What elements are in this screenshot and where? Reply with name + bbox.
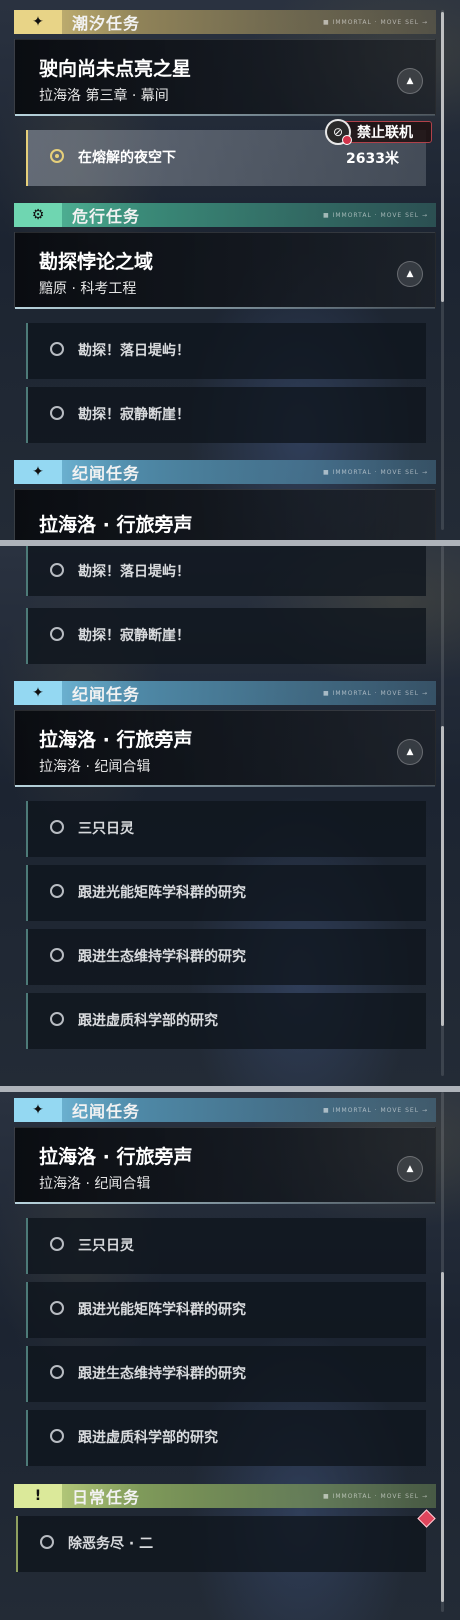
collapse-toggle-icon[interactable]: ▲ bbox=[397, 68, 423, 94]
quest-card-tidal[interactable]: 驶向尚未点亮之星 拉海洛 第三章 · 幕间 ▲ bbox=[14, 39, 436, 116]
radio-icon bbox=[50, 627, 64, 641]
quest-card-chronicle[interactable]: 拉海洛 · 行旅旁声 拉海洛 · 纪闻合辑 ▲ bbox=[14, 710, 436, 787]
coop-disabled-text: 禁止联机 bbox=[357, 125, 413, 141]
quest-title: 驶向尚未点亮之星 bbox=[39, 58, 192, 80]
quest-step[interactable]: 跟进生态维持学科群的研究 bbox=[26, 929, 426, 985]
category-chronicle-header[interactable]: ✦ 纪闻任务 ■ IMMORTAL · MOVE SEL → bbox=[14, 1098, 436, 1122]
quest-title: 拉海洛 · 行旅旁声 bbox=[39, 1146, 193, 1168]
quest-panel-frame-2: 勘探！落日堤屿！ 勘探！寂静断崖！ ✦ 纪闻任务 ■ IMMORTAL · MO… bbox=[0, 546, 460, 1086]
radio-icon bbox=[50, 563, 64, 577]
quest-subtitle: 黯原 · 科考工程 bbox=[39, 281, 137, 297]
quest-step-label: 三只日灵 bbox=[78, 821, 134, 837]
gear-eye-icon: ⚙ bbox=[14, 203, 62, 227]
quest-step[interactable]: 勘探！落日堤屿！ bbox=[26, 323, 426, 379]
quest-panel-frame-3: ✦ 纪闻任务 ■ IMMORTAL · MOVE SEL → 拉海洛 · 行旅旁… bbox=[0, 1092, 460, 1620]
category-chronicle-header[interactable]: ✦ 纪闻任务 ■ IMMORTAL · MOVE SEL → bbox=[14, 460, 436, 484]
tracked-radio-icon bbox=[50, 149, 64, 163]
quest-step-label: 跟进虚质科学部的研究 bbox=[78, 1430, 218, 1446]
category-decor-text: ■ IMMORTAL · MOVE SEL → bbox=[323, 689, 428, 697]
radio-icon bbox=[50, 1429, 64, 1443]
quest-subtitle: 拉海洛 · 纪闻合辑 bbox=[39, 1176, 151, 1192]
quest-step-label: 跟进生态维持学科群的研究 bbox=[78, 1366, 246, 1382]
radio-icon bbox=[50, 406, 64, 420]
radio-icon bbox=[50, 1301, 64, 1315]
quest-step-label: 勘探！寂静断崖！ bbox=[78, 407, 190, 423]
radio-icon bbox=[50, 1237, 64, 1251]
radio-icon bbox=[50, 948, 64, 962]
star-sparkle-icon: ✦ bbox=[14, 681, 62, 705]
category-label: 纪闻任务 bbox=[72, 685, 141, 704]
category-decor-text: ■ IMMORTAL · MOVE SEL → bbox=[323, 468, 428, 476]
quest-step-label: 勘探！寂静断崖！ bbox=[78, 628, 190, 644]
quest-subtitle: 拉海洛 第三章 · 幕间 bbox=[39, 88, 169, 104]
category-peril-header[interactable]: ⚙ 危行任务 ■ IMMORTAL · MOVE SEL → bbox=[14, 203, 436, 227]
quest-step[interactable]: 勘探！寂静断崖！ bbox=[26, 608, 426, 664]
coop-disabled-badge: ⊘ 禁止联机 bbox=[325, 119, 432, 145]
quest-step[interactable]: 跟进光能矩阵学科群的研究 bbox=[26, 865, 426, 921]
quest-step[interactable]: 三只日灵 bbox=[26, 1218, 426, 1274]
radio-icon bbox=[50, 1012, 64, 1026]
scrollbar-thumb[interactable] bbox=[441, 1272, 444, 1602]
scrollbar-thumb[interactable] bbox=[441, 12, 444, 302]
radio-icon bbox=[50, 1365, 64, 1379]
no-multiplayer-icon: ⊘ bbox=[325, 119, 352, 145]
quest-subtitle: 拉海洛 · 纪闻合辑 bbox=[39, 759, 151, 775]
quest-card-chronicle[interactable]: 拉海洛 · 行旅旁声 拉海洛 · 纪闻合辑 ▲ bbox=[14, 1127, 436, 1204]
distance-readout: 2633米 bbox=[346, 151, 399, 167]
quest-step[interactable]: 跟进光能矩阵学科群的研究 bbox=[26, 1282, 426, 1338]
quest-step-label: 跟进虚质科学部的研究 bbox=[78, 1013, 218, 1029]
category-label: 危行任务 bbox=[72, 207, 141, 226]
scrollbar-thumb[interactable] bbox=[441, 726, 444, 1026]
quest-step-label: 勘探！落日堤屿！ bbox=[78, 564, 190, 580]
star-sparkle-icon: ✦ bbox=[14, 460, 62, 484]
quest-card-chronicle-peek[interactable]: 拉海洛 · 行旅旁声 bbox=[14, 489, 436, 540]
star-sparkle-icon: ✦ bbox=[14, 10, 62, 34]
category-tidal-header[interactable]: ✦ 潮汐任务 ■ IMMORTAL · MOVE SEL → bbox=[14, 10, 436, 34]
radio-icon bbox=[50, 820, 64, 834]
category-label: 潮汐任务 bbox=[72, 14, 141, 33]
star-sparkle-icon: ✦ bbox=[14, 1098, 62, 1122]
quest-step-daily[interactable]: 除恶务尽 · 二 bbox=[16, 1516, 426, 1572]
quest-title: 拉海洛 · 行旅旁声 bbox=[39, 729, 193, 751]
radio-icon bbox=[40, 1535, 54, 1549]
quest-step-label: 跟进光能矩阵学科群的研究 bbox=[78, 885, 246, 901]
quest-step[interactable]: 勘探！寂静断崖！ bbox=[26, 387, 426, 443]
category-daily-header[interactable]: ! 日常任务 ■ IMMORTAL · MOVE SEL → bbox=[14, 1484, 436, 1508]
quest-step[interactable]: 跟进生态维持学科群的研究 bbox=[26, 1346, 426, 1402]
radio-icon bbox=[50, 342, 64, 356]
quest-step-label: 跟进光能矩阵学科群的研究 bbox=[78, 1302, 246, 1318]
category-label: 日常任务 bbox=[72, 1488, 141, 1507]
quest-panel-frame-1: ✦ 潮汐任务 ■ IMMORTAL · MOVE SEL → 驶向尚未点亮之星 … bbox=[0, 0, 460, 540]
category-label: 纪闻任务 bbox=[72, 464, 141, 483]
quest-card-peril[interactable]: 勘探悖论之域 黯原 · 科考工程 ▲ bbox=[14, 232, 436, 309]
collapse-toggle-icon[interactable]: ▲ bbox=[397, 1156, 423, 1182]
quest-step[interactable]: 跟进虚质科学部的研究 bbox=[26, 1410, 426, 1466]
collapse-toggle-icon[interactable]: ▲ bbox=[397, 739, 423, 765]
radio-icon bbox=[50, 884, 64, 898]
category-chronicle-header[interactable]: ✦ 纪闻任务 ■ IMMORTAL · MOVE SEL → bbox=[14, 681, 436, 705]
quest-title: 拉海洛 · 行旅旁声 bbox=[39, 514, 193, 536]
exclamation-box-icon: ! bbox=[14, 1484, 62, 1508]
quest-step[interactable]: 跟进虚质科学部的研究 bbox=[26, 993, 426, 1049]
quest-step-label: 跟进生态维持学科群的研究 bbox=[78, 949, 246, 965]
quest-step[interactable]: 勘探！落日堤屿！ bbox=[26, 546, 426, 596]
quest-step-label: 在熔解的夜空下 bbox=[78, 150, 176, 166]
quest-step[interactable]: 三只日灵 bbox=[26, 801, 426, 857]
category-decor-text: ■ IMMORTAL · MOVE SEL → bbox=[323, 1106, 428, 1114]
quest-step-label: 勘探！落日堤屿！ bbox=[78, 343, 190, 359]
category-decor-text: ■ IMMORTAL · MOVE SEL → bbox=[323, 1492, 428, 1500]
quest-step-label: 三只日灵 bbox=[78, 1238, 134, 1254]
category-decor-text: ■ IMMORTAL · MOVE SEL → bbox=[323, 18, 428, 26]
quest-title: 勘探悖论之域 bbox=[39, 251, 154, 273]
category-decor-text: ■ IMMORTAL · MOVE SEL → bbox=[323, 211, 428, 219]
quest-step-label: 除恶务尽 · 二 bbox=[68, 1536, 154, 1552]
category-label: 纪闻任务 bbox=[72, 1102, 141, 1121]
collapse-toggle-icon[interactable]: ▲ bbox=[397, 261, 423, 287]
